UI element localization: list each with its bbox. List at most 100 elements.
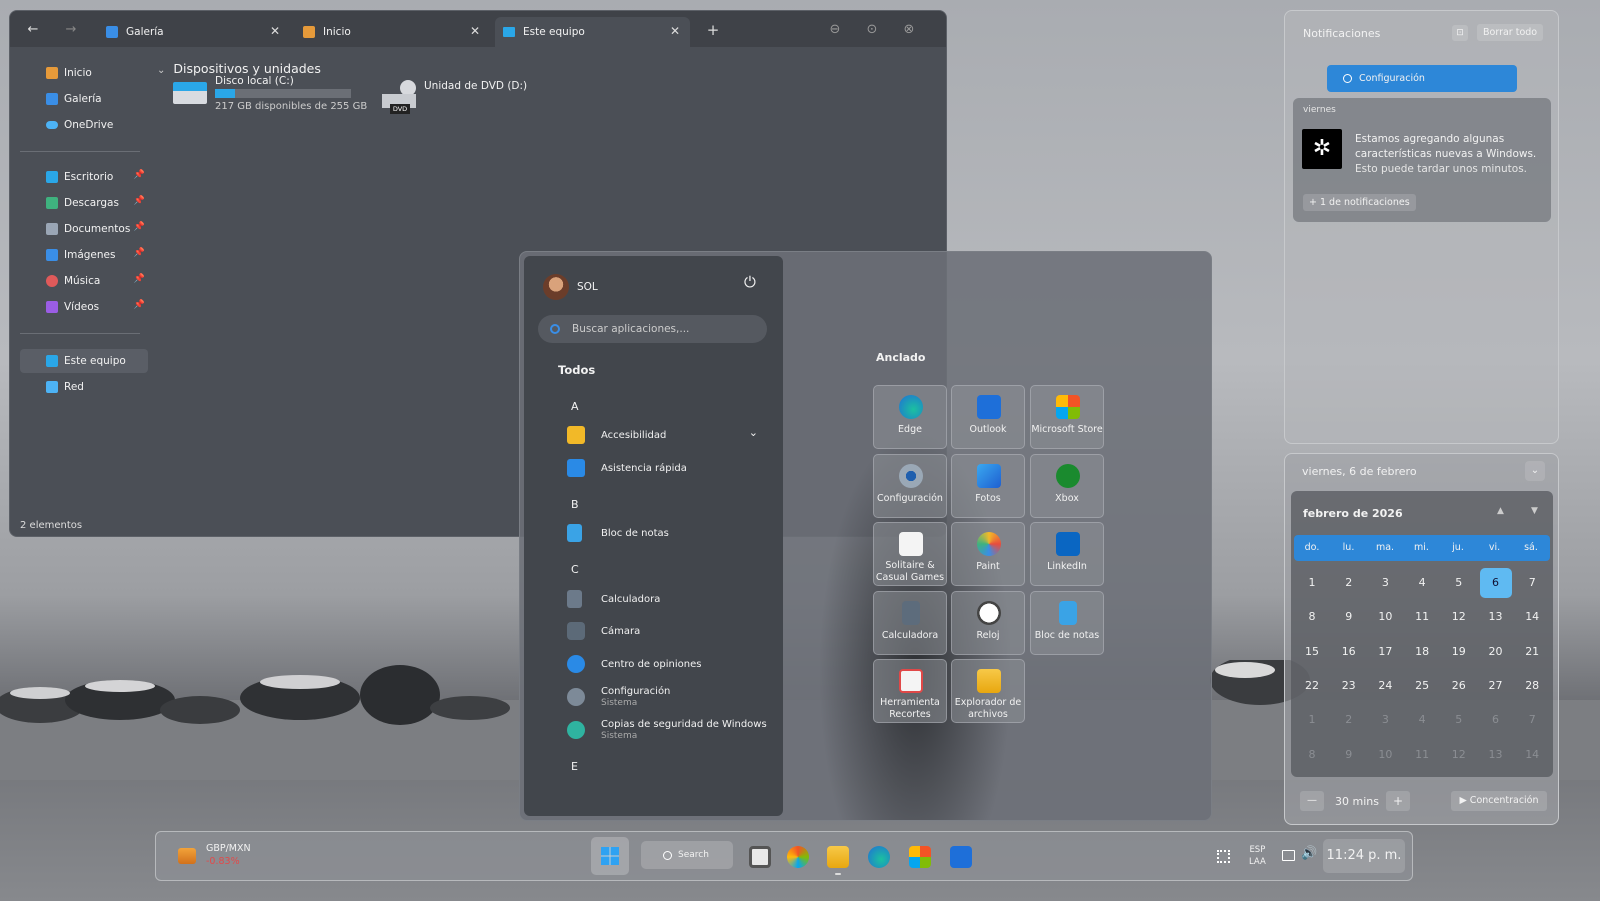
calendar-day[interactable]: 4 xyxy=(1406,705,1438,735)
outlook-icon[interactable] xyxy=(950,846,972,868)
pin-icon[interactable]: 📌 xyxy=(134,170,145,180)
calendar-day[interactable]: 2 xyxy=(1333,568,1365,598)
pinned-linkedin[interactable]: LinkedIn xyxy=(1030,522,1104,586)
calendar-day[interactable]: 13 xyxy=(1480,740,1512,770)
pinned-outlook[interactable]: Outlook xyxy=(951,385,1025,449)
app-camara[interactable]: Cámara xyxy=(560,616,770,646)
calendar-day[interactable]: 24 xyxy=(1369,671,1401,701)
sidebar-item-galeria[interactable]: Galería xyxy=(20,87,148,111)
calendar-day[interactable]: 26 xyxy=(1443,671,1475,701)
calendar-day[interactable]: 6 xyxy=(1479,568,1512,598)
calendar-day[interactable]: 2 xyxy=(1333,705,1365,735)
calendar-day[interactable]: 22 xyxy=(1296,671,1328,701)
pinned-bloc-de-notas[interactable]: Bloc de notas xyxy=(1030,591,1104,655)
calendar-day[interactable]: 15 xyxy=(1296,637,1328,667)
app-search-box[interactable]: Buscar aplicaciones,... xyxy=(538,315,767,343)
sidebar-item-red[interactable]: Red xyxy=(20,375,148,399)
power-icon[interactable]: ⏻ xyxy=(744,273,756,291)
sidebar-item-documentos[interactable]: Documentos 📌 xyxy=(20,217,148,241)
calendar-day[interactable]: 3 xyxy=(1369,705,1401,735)
pin-icon[interactable]: 📌 xyxy=(134,248,145,258)
focus-plus-button[interactable]: + xyxy=(1386,791,1410,811)
notification-card[interactable]: viernes ✲ Estamos agregando algunas cara… xyxy=(1293,98,1551,222)
letter-header[interactable]: E xyxy=(571,760,578,773)
prev-month-icon[interactable]: ▲ xyxy=(1497,506,1504,516)
store-icon[interactable] xyxy=(909,846,931,868)
drive-c[interactable]: Disco local (C:) 217 GB disponibles de 2… xyxy=(173,74,367,114)
calendar-day[interactable]: 28 xyxy=(1516,671,1548,701)
language-indicator[interactable]: ESP LAA xyxy=(1249,844,1266,868)
app-calculadora[interactable]: Calculadora xyxy=(560,584,770,614)
calendar-day[interactable]: 25 xyxy=(1406,671,1438,701)
calendar-day[interactable]: 9 xyxy=(1333,740,1365,770)
sidebar-item-musica[interactable]: Música 📌 xyxy=(20,269,148,293)
pinned-fotos[interactable]: Fotos xyxy=(951,454,1025,518)
maximize-button[interactable]: ⊙ xyxy=(861,20,883,40)
close-icon[interactable]: ✕ xyxy=(470,24,480,38)
chevron-down-icon[interactable]: ⌄ xyxy=(1525,461,1545,481)
edge-icon[interactable] xyxy=(868,846,890,868)
sidebar-item-onedrive[interactable]: OneDrive xyxy=(20,113,148,137)
calendar-day[interactable]: 1 xyxy=(1296,705,1328,735)
pinned-solitaire[interactable]: Solitaire & Casual Games xyxy=(873,522,947,586)
calendar-day[interactable]: 1 xyxy=(1296,568,1328,598)
pinned-edge[interactable]: Edge xyxy=(873,385,947,449)
calendar-day[interactable]: 8 xyxy=(1296,602,1328,632)
calendar-day[interactable]: 8 xyxy=(1296,740,1328,770)
calendar-day[interactable]: 10 xyxy=(1369,740,1401,770)
calendar-day[interactable]: 17 xyxy=(1369,637,1401,667)
volume-icon[interactable]: 🔊 xyxy=(1301,846,1317,861)
file-explorer-icon[interactable] xyxy=(827,846,849,868)
calendar-day[interactable]: 7 xyxy=(1516,568,1548,598)
calendar-day[interactable]: 16 xyxy=(1333,637,1365,667)
calendar-day[interactable]: 14 xyxy=(1516,602,1548,632)
sidebar-item-descargas[interactable]: Descargas 📌 xyxy=(20,191,148,215)
calendar-day[interactable]: 14 xyxy=(1516,740,1548,770)
pin-icon[interactable]: 📌 xyxy=(134,274,145,284)
sidebar-item-escritorio[interactable]: Escritorio 📌 xyxy=(20,165,148,189)
app-asistencia-rapida[interactable]: Asistencia rápida xyxy=(560,453,770,483)
calendar-day[interactable]: 19 xyxy=(1443,637,1475,667)
sidebar-item-este-equipo[interactable]: Este equipo xyxy=(20,349,148,373)
sidebar-item-imagenes[interactable]: Imágenes 📌 xyxy=(20,243,148,267)
calendar-day[interactable]: 12 xyxy=(1443,740,1475,770)
app-copias-de-seguridad[interactable]: Copias de seguridad de Windows Sistema xyxy=(560,715,770,745)
qr-icon[interactable] xyxy=(1217,850,1230,863)
widgets-app-icon[interactable] xyxy=(787,846,809,868)
app-bloc-de-notas[interactable]: Bloc de notas xyxy=(560,518,770,548)
app-accesibilidad[interactable]: Accesibilidad ⌄ xyxy=(560,420,770,450)
dnd-icon[interactable]: ⊡ xyxy=(1452,25,1468,41)
calendar-day[interactable]: 13 xyxy=(1480,602,1512,632)
calendar-day[interactable]: 11 xyxy=(1406,740,1438,770)
pin-icon[interactable]: 📌 xyxy=(134,222,145,232)
calendar-day[interactable]: 3 xyxy=(1369,568,1401,598)
avatar[interactable] xyxy=(543,274,569,300)
pinned-herramienta-recortes[interactable]: Herramienta Recortes xyxy=(873,659,947,723)
tab-inicio[interactable]: Inicio ✕ xyxy=(295,17,490,47)
pin-icon[interactable]: 📌 xyxy=(134,196,145,206)
calendar-day[interactable]: 21 xyxy=(1516,637,1548,667)
pinned-reloj[interactable]: Reloj xyxy=(951,591,1025,655)
network-icon[interactable] xyxy=(1282,850,1295,861)
app-centro-de-opiniones[interactable]: Centro de opiniones xyxy=(560,649,770,679)
forward-button[interactable]: → xyxy=(60,20,82,40)
minimize-button[interactable]: ⊖ xyxy=(824,20,846,40)
chevron-down-icon[interactable]: ⌄ xyxy=(749,426,758,439)
calendar-day[interactable]: 7 xyxy=(1516,705,1548,735)
clear-all-button[interactable]: Borrar todo xyxy=(1477,24,1544,41)
app-configuracion[interactable]: Configuración Sistema xyxy=(560,682,770,712)
taskbar-search[interactable]: Search xyxy=(641,841,733,869)
calendar-day[interactable]: 5 xyxy=(1443,705,1475,735)
focus-minus-button[interactable]: — xyxy=(1300,791,1324,811)
pinned-calculadora[interactable]: Calculadora xyxy=(873,591,947,655)
pinned-xbox[interactable]: Xbox xyxy=(1030,454,1104,518)
calendar-day[interactable]: 4 xyxy=(1406,568,1438,598)
pin-icon[interactable]: 📌 xyxy=(134,300,145,310)
calendar-day[interactable]: 11 xyxy=(1406,602,1438,632)
sidebar-item-videos[interactable]: Vídeos 📌 xyxy=(20,295,148,319)
next-month-icon[interactable]: ▼ xyxy=(1531,506,1538,516)
pinned-microsoft-store[interactable]: Microsoft Store xyxy=(1030,385,1104,449)
calendar-day[interactable]: 20 xyxy=(1480,637,1512,667)
letter-header[interactable]: B xyxy=(571,498,579,511)
start-button[interactable] xyxy=(591,837,629,875)
